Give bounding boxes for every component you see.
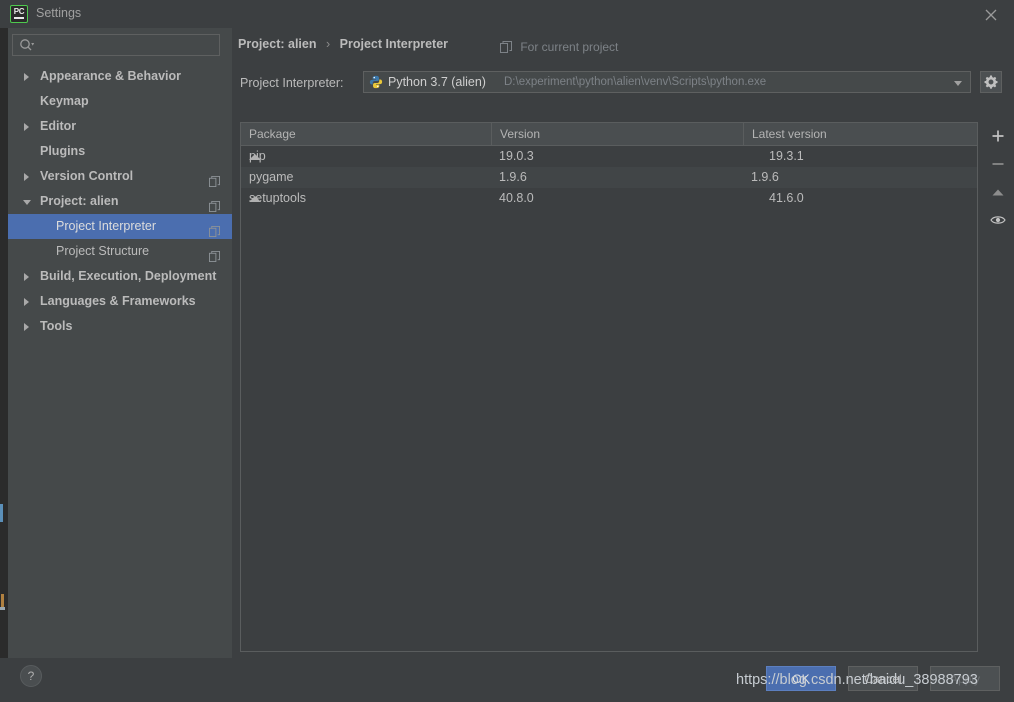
chevron-right-icon[interactable]: [24, 123, 29, 131]
project-scope-icon: [209, 221, 220, 232]
cancel-button[interactable]: Cancel: [848, 666, 918, 691]
interpreter-settings-button[interactable]: [980, 71, 1002, 93]
column-header[interactable]: Version: [491, 123, 743, 145]
pycharm-logo-icon: PC: [10, 5, 28, 23]
sidebar-item-label: Editor: [40, 114, 76, 139]
packages-toolbar: [984, 122, 1012, 262]
add-package-button[interactable]: [984, 122, 1012, 150]
settings-sidebar: Appearance & BehaviorKeymapEditorPlugins…: [8, 28, 232, 658]
background-artifact: [0, 607, 5, 610]
window-title: Settings: [36, 6, 81, 20]
sidebar-item-label: Project Structure: [56, 239, 149, 264]
project-scope-icon: [209, 171, 220, 182]
sidebar-item-build-execution-deployment[interactable]: Build, Execution, Deployment: [8, 264, 232, 289]
project-scope-icon: [209, 196, 220, 207]
column-header[interactable]: Latest version: [743, 123, 977, 145]
project-scope-icon: [500, 41, 512, 56]
close-glyph: [985, 9, 997, 21]
sidebar-item-languages-frameworks[interactable]: Languages & Frameworks: [8, 289, 232, 314]
breadcrumb-leaf: Project Interpreter: [340, 37, 448, 51]
ok-button[interactable]: OK: [766, 666, 836, 691]
package-name-cell: pygame: [241, 167, 491, 188]
interpreter-dropdown[interactable]: Python 3.7 (alien) D:\experiment\python\…: [363, 71, 971, 93]
sidebar-item-label: Plugins: [40, 139, 85, 164]
chevron-down-icon[interactable]: [954, 81, 962, 86]
show-early-releases-button[interactable]: [984, 206, 1012, 234]
table-row[interactable]: setuptools40.8.041.6.0: [241, 188, 977, 209]
sidebar-item-keymap[interactable]: Keymap: [8, 89, 232, 114]
remove-package-button[interactable]: [984, 150, 1012, 178]
sidebar-item-label: Languages & Frameworks: [40, 289, 196, 314]
scope-note: For current project: [500, 40, 618, 56]
table-row[interactable]: pygame1.9.61.9.6: [241, 167, 977, 188]
chevron-right-icon[interactable]: [24, 273, 29, 281]
package-version-cell: 40.8.0: [491, 188, 743, 209]
sidebar-item-project-alien[interactable]: Project: alien: [8, 189, 232, 214]
pycharm-logo-bar: [14, 17, 24, 19]
scope-note-label: For current project: [520, 40, 618, 54]
sidebar-item-label: Tools: [40, 314, 72, 339]
close-icon[interactable]: [976, 4, 1006, 26]
sidebar-item-plugins[interactable]: Plugins: [8, 139, 232, 164]
interpreter-name: Python 3.7 (alien): [388, 75, 486, 89]
package-latest-version-cell: 41.6.0: [743, 188, 977, 209]
sidebar-item-version-control[interactable]: Version Control: [8, 164, 232, 189]
minus-icon: [991, 157, 1005, 171]
package-name-cell: setuptools: [241, 188, 491, 209]
search-input[interactable]: [12, 34, 220, 56]
breadcrumb-separator: ›: [320, 37, 336, 51]
title-bar: PC Settings: [0, 0, 1014, 28]
gear-icon: [984, 75, 998, 89]
sidebar-item-label: Build, Execution, Deployment: [40, 264, 216, 289]
python-icon: [369, 75, 383, 89]
upgrade-available-icon: [249, 154, 261, 160]
upgrade-available-icon: [249, 196, 261, 202]
package-version-cell: 19.0.3: [491, 146, 743, 167]
background-artifact: [0, 504, 3, 522]
package-name-cell: pip: [241, 146, 491, 167]
sidebar-item-project-structure[interactable]: Project Structure: [8, 239, 232, 264]
column-header[interactable]: Package: [241, 123, 491, 145]
sidebar-item-label: Keymap: [40, 89, 89, 114]
settings-content-pane: Project: alien › Project Interpreter For…: [232, 28, 1014, 658]
upgrade-package-button[interactable]: [984, 178, 1012, 206]
package-version-cell: 1.9.6: [491, 167, 743, 188]
search-field-wrapper: [12, 34, 220, 56]
plus-icon: [991, 129, 1005, 143]
breadcrumb-root[interactable]: Project: alien: [238, 37, 317, 51]
package-latest-version-cell: 19.3.1: [743, 146, 977, 167]
chevron-right-icon[interactable]: [24, 73, 29, 81]
sidebar-item-label: Version Control: [40, 164, 133, 189]
packages-table-body: pip19.0.319.3.1pygame1.9.61.9.6setuptool…: [241, 146, 977, 209]
packages-table-header: PackageVersionLatest version: [241, 123, 977, 146]
apply-button[interactable]: Apply: [930, 666, 1000, 691]
eye-icon: [990, 214, 1006, 226]
up-arrow-icon: [991, 186, 1005, 200]
sidebar-item-appearance-behavior[interactable]: Appearance & Behavior: [8, 64, 232, 89]
chevron-right-icon[interactable]: [24, 173, 29, 181]
breadcrumb: Project: alien › Project Interpreter: [238, 37, 448, 51]
sidebar-item-label: Appearance & Behavior: [40, 64, 181, 89]
sidebar-item-project-interpreter[interactable]: Project Interpreter: [8, 214, 232, 239]
project-scope-icon: [209, 246, 220, 257]
chevron-right-icon[interactable]: [24, 298, 29, 306]
settings-tree: Appearance & BehaviorKeymapEditorPlugins…: [8, 64, 232, 339]
sidebar-item-tools[interactable]: Tools: [8, 314, 232, 339]
dialog-footer: ? OK Cancel Apply: [0, 658, 1014, 702]
packages-table: PackageVersionLatest version pip19.0.319…: [240, 122, 978, 652]
settings-dialog: PC Settings Appearance & BehaviorKeymapE…: [0, 0, 1014, 702]
table-row[interactable]: pip19.0.319.3.1: [241, 146, 977, 167]
sidebar-item-editor[interactable]: Editor: [8, 114, 232, 139]
package-latest-version-cell: 1.9.6: [743, 167, 977, 188]
sidebar-item-label: Project Interpreter: [56, 214, 156, 239]
interpreter-field-label: Project Interpreter:: [240, 76, 344, 90]
pycharm-logo-text: PC: [11, 7, 27, 17]
chevron-down-icon[interactable]: [23, 200, 31, 205]
chevron-right-icon[interactable]: [24, 323, 29, 331]
help-button[interactable]: ?: [20, 665, 42, 687]
interpreter-path: D:\experiment\python\alien\venv\Scripts\…: [504, 76, 766, 88]
background-edge: [0, 28, 8, 658]
sidebar-item-label: Project: alien: [40, 189, 119, 214]
